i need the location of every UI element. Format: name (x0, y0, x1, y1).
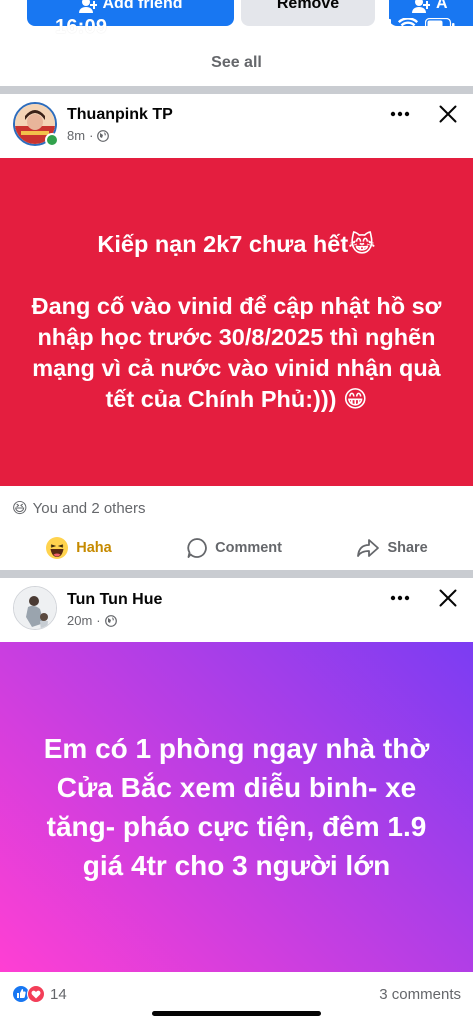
reaction-icons (12, 985, 45, 1003)
post-author[interactable]: Thuanpink TP (67, 106, 173, 124)
haha-face-icon (46, 537, 69, 559)
post-text-background: Kiếp nạn 2k7 chưa hết😹 Đang cố vào vinid… (0, 158, 473, 486)
battery-icon (425, 18, 455, 33)
remove-label: Remove (276, 0, 340, 12)
reactions-summary[interactable]: 14 3 comments (0, 974, 473, 1014)
more-horizontal-icon (390, 111, 410, 117)
comment-count[interactable]: 3 comments (379, 986, 461, 1003)
share-button[interactable]: Share (356, 538, 428, 558)
reaction-button-label: Haha (76, 540, 112, 556)
top-strip: Add friend Remove A 16:09 (0, 0, 473, 40)
post-text-background: Em có 1 phòng ngay nhà thờ Cửa Bắc xem d… (0, 642, 473, 972)
feed-post: Thuanpink TP 8m · Kiếp nạn 2k7 chưa hết😹… (0, 94, 473, 570)
post-header: Thuanpink TP 8m · (0, 94, 473, 160)
share-arrow-icon (357, 539, 380, 557)
hide-post-button[interactable] (435, 101, 461, 127)
avatar[interactable] (13, 586, 57, 630)
love-icon (27, 985, 45, 1003)
see-all-link[interactable]: See all (211, 54, 262, 72)
post-header: Tun Tun Hue 20m · (0, 578, 473, 644)
post-actions: Haha Comment Share (0, 526, 473, 570)
avatar-image (14, 587, 56, 629)
comment-button-label: Comment (215, 540, 282, 556)
wifi-icon (398, 18, 418, 32)
add-person-icon (412, 0, 430, 13)
add-friend-label-2: A (436, 0, 448, 12)
feed-divider (0, 86, 473, 94)
more-options-button[interactable] (385, 586, 415, 610)
share-button-label: Share (387, 540, 428, 556)
reactions-summary[interactable]: 😆 You and 2 others (0, 488, 473, 528)
online-status-dot (45, 133, 59, 147)
more-options-button[interactable] (385, 102, 415, 126)
close-icon (439, 105, 457, 123)
add-friend-label: Add friend (102, 0, 183, 12)
add-person-icon (78, 0, 97, 13)
globe-icon (104, 614, 117, 627)
reaction-button[interactable]: Haha (45, 536, 112, 560)
status-time: 16:09 (55, 16, 108, 38)
feed-post: Tun Tun Hue 20m · Em có 1 phòng ngay nhà… (0, 578, 473, 1024)
home-indicator (152, 1011, 321, 1016)
haha-reaction-icon: 😆 (12, 500, 28, 517)
post-time: 20m (67, 613, 93, 628)
post-author[interactable]: Tun Tun Hue (67, 591, 162, 609)
globe-icon (97, 129, 110, 142)
reaction-count: 14 (50, 985, 67, 1003)
more-horizontal-icon (390, 595, 410, 601)
feed-divider (0, 570, 473, 578)
comment-button[interactable]: Comment (186, 537, 282, 559)
avatar[interactable] (13, 102, 59, 147)
see-all-row: See all (0, 40, 473, 86)
post-time: 8m (67, 128, 86, 143)
remove-button[interactable]: Remove (241, 0, 375, 26)
reaction-summary-text: You and 2 others (32, 499, 146, 517)
signal-icon (369, 18, 391, 33)
status-icons (369, 18, 455, 33)
comment-bubble-icon (187, 538, 207, 558)
hide-post-button[interactable] (435, 585, 461, 611)
post-meta: 8m · (67, 128, 110, 143)
post-meta: 20m · (67, 613, 117, 628)
close-icon (439, 589, 457, 607)
post-text: Em có 1 phòng ngay nhà thờ Cửa Bắc xem d… (43, 733, 430, 881)
post-text: Kiếp nạn 2k7 chưa hết😹 Đang cố vào vinid… (31, 231, 442, 412)
